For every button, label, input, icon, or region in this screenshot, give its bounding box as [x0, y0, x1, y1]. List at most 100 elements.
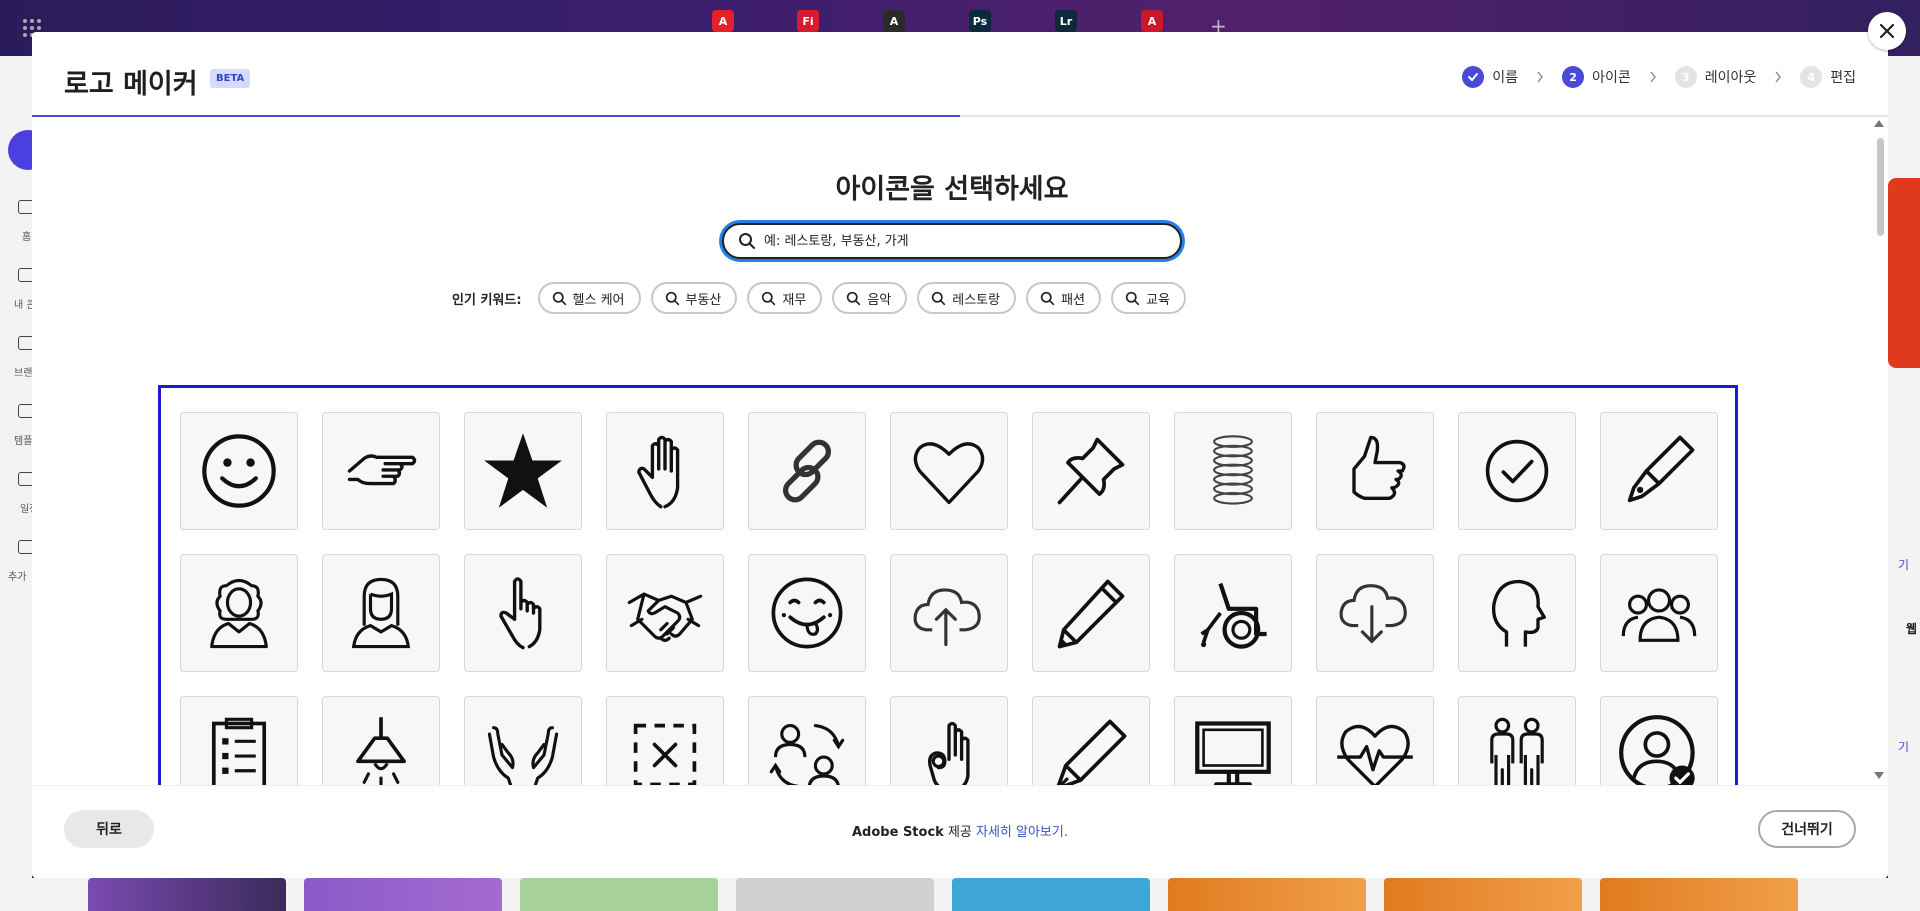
step-label: 이름: [1492, 70, 1519, 86]
close-modal-button[interactable]: [1868, 12, 1906, 50]
icon-option[interactable]: [606, 412, 724, 530]
icon-option[interactable]: [464, 696, 582, 785]
pen-icon: [1056, 719, 1127, 785]
app-tab-acrobat[interactable]: A: [712, 10, 734, 32]
step-layout[interactable]: 3 레이아웃: [1674, 66, 1756, 88]
bg-thumbnail: [952, 878, 1150, 911]
skip-button[interactable]: 건너뛰기: [1758, 810, 1856, 848]
star-icon: [484, 433, 562, 508]
icon-option[interactable]: [1032, 412, 1150, 530]
keyword-chip[interactable]: 레스토랑: [917, 282, 1017, 314]
step-number: 4: [1800, 66, 1823, 88]
icon-option[interactable]: [322, 412, 440, 530]
head-profile-icon: [1491, 579, 1546, 647]
icon-option[interactable]: [1316, 696, 1434, 785]
icon-option[interactable]: [180, 696, 298, 785]
icon-option[interactable]: [1600, 412, 1718, 530]
bg-sidebar-label: 추가: [8, 572, 27, 583]
keyword-chip[interactable]: 음악: [832, 282, 908, 314]
icon-search-input[interactable]: [764, 233, 1164, 249]
step-label: 편집: [1830, 70, 1856, 86]
icon-option[interactable]: [748, 412, 866, 530]
icon-option[interactable]: [890, 412, 1008, 530]
app-tab-lightroom[interactable]: Lr: [1055, 10, 1077, 32]
popular-keywords: 인기 키워드: 헬스 케어 부동산 재무 음악 레스토랑 패션 교육: [452, 282, 1196, 314]
icon-option[interactable]: [464, 554, 582, 672]
icon-option[interactable]: [180, 554, 298, 672]
bg-thumbnail: [736, 878, 934, 911]
app-tab-express[interactable]: A: [883, 10, 905, 32]
step-edit[interactable]: 4 편집: [1800, 66, 1856, 88]
learn-more-link[interactable]: 자세히 알아보기.: [976, 825, 1068, 840]
scroll-down-icon[interactable]: [1874, 772, 1884, 779]
step-number: 2: [1562, 66, 1585, 88]
icon-option[interactable]: [1174, 412, 1292, 530]
ceiling-lamp-icon: [356, 717, 406, 785]
icon-option[interactable]: [890, 696, 1008, 785]
step-indicator: 이름 2 아이콘 3 레이아웃 4 편집: [1462, 66, 1856, 88]
keyword-label: 음악: [867, 292, 892, 308]
icon-option[interactable]: [322, 554, 440, 672]
icon-option[interactable]: [1316, 412, 1434, 530]
icon-grid: [180, 412, 1718, 785]
dashed-box-x-icon: [633, 723, 697, 785]
keyword-chip[interactable]: 헬스 케어: [537, 282, 641, 314]
raised-hand-icon: [637, 435, 680, 509]
app-tab-firefly[interactable]: Fi: [797, 10, 819, 32]
search-icon: [932, 291, 946, 305]
icon-option[interactable]: [1458, 554, 1576, 672]
icon-option[interactable]: [1174, 554, 1292, 672]
chevron-right-icon: [1772, 71, 1784, 83]
bg-thumbnail: [304, 878, 502, 911]
bg-right-link: 기: [1898, 740, 1910, 754]
search-icon: [847, 291, 861, 305]
bg-thumbnail: [520, 878, 718, 911]
icon-option[interactable]: [180, 412, 298, 530]
bg-sidebar-label: 홈: [22, 232, 32, 243]
icon-option[interactable]: [1174, 696, 1292, 785]
keyword-chip[interactable]: 부동산: [650, 282, 738, 314]
icon-option[interactable]: [464, 412, 582, 530]
search-icon: [762, 291, 776, 305]
icon-option[interactable]: [322, 696, 440, 785]
woman-long-hair-icon: [351, 577, 411, 649]
step-name[interactable]: 이름: [1462, 66, 1518, 88]
scroll-up-icon[interactable]: [1874, 120, 1884, 127]
keyword-chip[interactable]: 재무: [747, 282, 823, 314]
scrollbar-thumb[interactable]: [1877, 138, 1884, 236]
keyword-label: 재무: [782, 292, 807, 308]
icon-option[interactable]: [748, 554, 866, 672]
bg-right-label: 웹: [1906, 622, 1918, 636]
step-number: 3: [1674, 66, 1697, 88]
app-tab-photoshop[interactable]: Ps: [969, 10, 991, 32]
icon-option[interactable]: [1032, 696, 1150, 785]
tongue-smiley-icon: [771, 577, 843, 649]
app-tab-acrobat-pdf[interactable]: A: [1141, 10, 1163, 32]
icon-option[interactable]: [606, 554, 724, 672]
icon-option[interactable]: [1458, 696, 1576, 785]
keyword-chip[interactable]: 교육: [1111, 282, 1186, 314]
handshake-icon: [627, 592, 703, 642]
icon-search-box[interactable]: [722, 223, 1182, 259]
page-heading: 아이콘을 선택하세요: [835, 174, 1069, 205]
icon-option[interactable]: [1032, 554, 1150, 672]
pencil-icon: [1057, 579, 1125, 649]
icon-option[interactable]: [1600, 696, 1718, 785]
bg-promo-banner: [1888, 178, 1920, 368]
hand-pointing-up-icon: [499, 577, 542, 650]
icon-option[interactable]: [748, 696, 866, 785]
chevron-right-icon: [1534, 71, 1546, 83]
search-icon: [739, 233, 755, 249]
bg-sidebar-label: 브랜: [14, 368, 33, 379]
bg-sidebar-label: 템플: [14, 436, 33, 447]
icon-picker-content: 아이콘을 선택하세요 인기 키워드: 헬스 케어 부동산 재무 음악 레스토랑 …: [32, 117, 1888, 785]
icon-option[interactable]: [1316, 554, 1434, 672]
keyword-label: 헬스 케어: [572, 292, 625, 308]
icon-option[interactable]: [890, 554, 1008, 672]
icon-option[interactable]: [1600, 554, 1718, 672]
keyword-chip[interactable]: 패션: [1026, 282, 1102, 314]
step-icon[interactable]: 2 아이콘: [1562, 66, 1631, 88]
icon-option[interactable]: [1458, 412, 1576, 530]
attribution-text: 제공: [943, 825, 976, 840]
icon-option[interactable]: [606, 696, 724, 785]
